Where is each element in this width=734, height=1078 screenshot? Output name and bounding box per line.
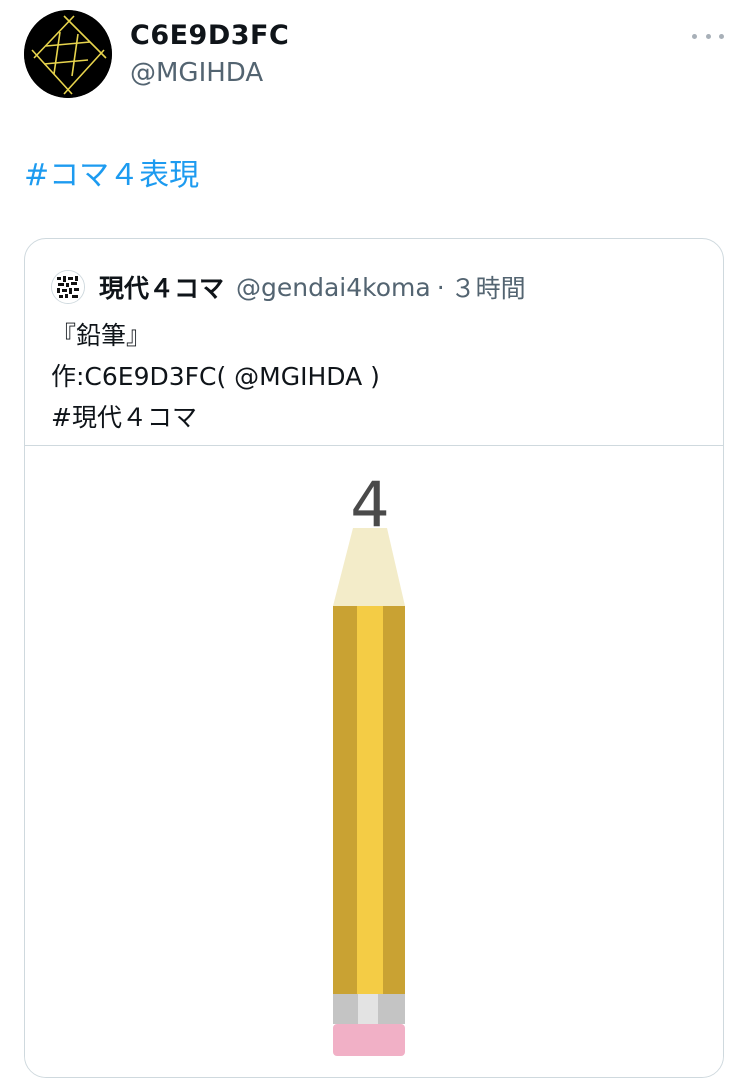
author-display-name[interactable]: C6E9D3FC: [130, 20, 289, 51]
quoted-text-line: 作:C6E9D3FC( @MGIHDA ): [51, 356, 380, 397]
pencil-ferrule-highlight: [358, 994, 378, 1024]
header-separator: ·: [436, 272, 445, 302]
pencil-tip-wood: [333, 528, 405, 606]
author-handle[interactable]: @MGIHDA: [130, 58, 263, 88]
quoted-hashtag[interactable]: #現代４コマ: [51, 397, 380, 438]
quoted-tweet-header: 現代４コマ @gendai4koma · ３時間: [51, 269, 526, 305]
pencil-eraser: [333, 1024, 405, 1056]
pencil-body-right: [383, 606, 405, 994]
gendai4koma-logo-icon: [52, 271, 84, 303]
dot: [692, 33, 697, 39]
quoted-credit-text: 作:C6E9D3FC( @MGIHDA ): [51, 362, 380, 391]
quoted-author-avatar[interactable]: [51, 270, 85, 304]
dot: [705, 33, 711, 39]
quoted-tweet-card[interactable]: 現代４コマ @gendai4koma · ３時間 『鉛筆』 作:C6E9D3FC…: [24, 238, 724, 1078]
hash-grid-avatar-icon: [24, 10, 112, 98]
author-avatar[interactable]: [24, 10, 112, 98]
quoted-text-line: 『鉛筆』: [51, 321, 152, 350]
quoted-display-name[interactable]: 現代４コマ: [99, 269, 224, 305]
quoted-tweet-image[interactable]: 4: [25, 445, 723, 1077]
dot: [719, 33, 724, 39]
quoted-timestamp[interactable]: ３時間: [451, 269, 526, 305]
pencil-body-left: [333, 606, 357, 994]
quoted-handle[interactable]: @gendai4koma: [236, 273, 431, 302]
tweet-hashtag-link[interactable]: #コマ４表現: [24, 150, 199, 194]
quoted-tweet-text: 『鉛筆』 作:C6E9D3FC( @MGIHDA ) #現代４コマ: [51, 315, 380, 438]
pencil-body-center: [357, 606, 383, 994]
more-dots-icon[interactable]: [692, 26, 724, 46]
pencil-illustration: 4: [333, 468, 405, 1056]
